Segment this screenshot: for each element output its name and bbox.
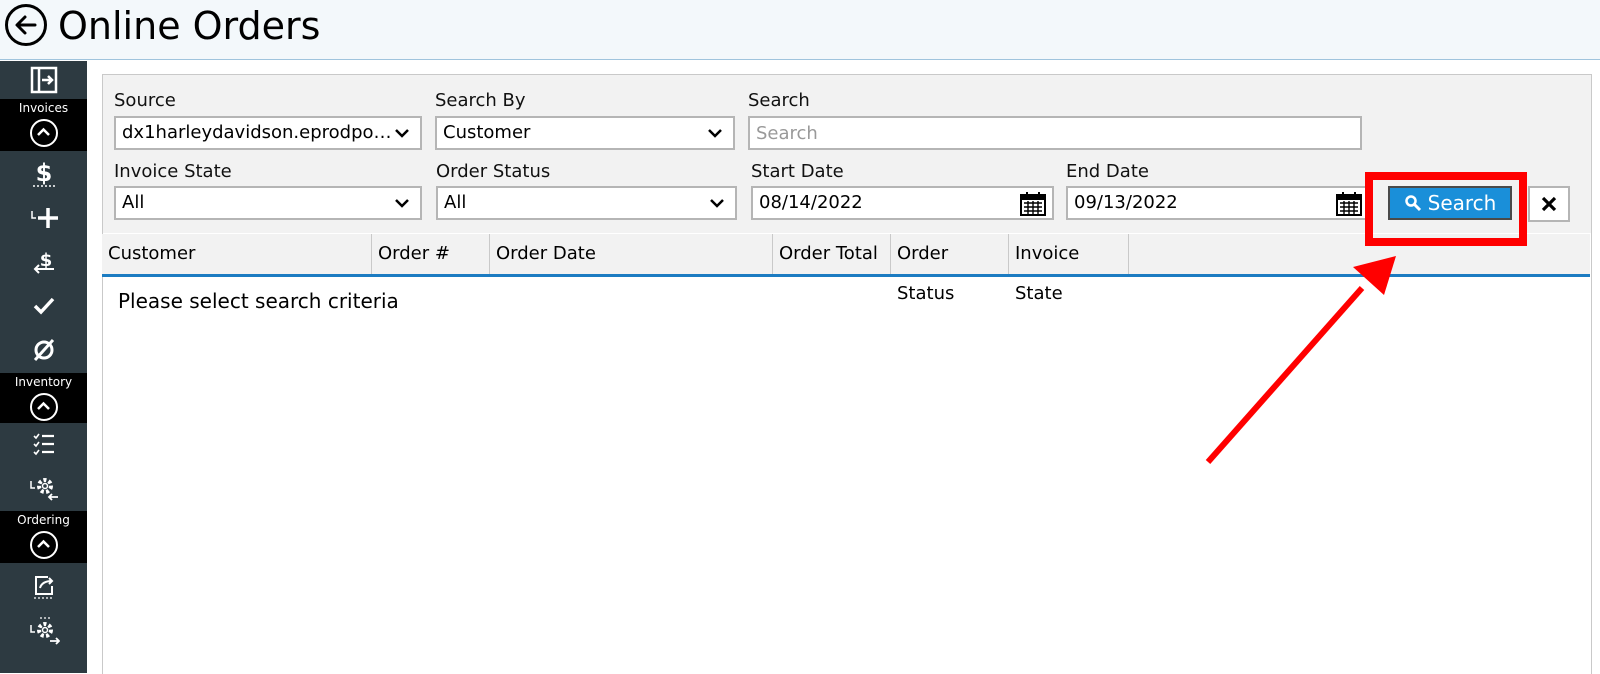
start-date-field[interactable]: 08/14/2022 [751, 186, 1054, 220]
column-header-order-date[interactable]: Order Date [490, 234, 773, 274]
order-status-select[interactable]: All [436, 186, 737, 220]
invoice-state-select[interactable]: All [114, 186, 422, 220]
search-by-label: Search By [435, 90, 526, 111]
back-button[interactable] [5, 4, 47, 46]
sidebar-section-inventory[interactable]: Inventory [0, 373, 87, 423]
order-status-label: Order Status [436, 161, 551, 182]
checkmark-icon [33, 297, 54, 315]
gear-arrow-icon [29, 478, 58, 501]
chevron-up-icon [29, 393, 58, 421]
chevron-up-icon [29, 119, 58, 147]
refund-icon: $ [33, 250, 54, 274]
column-header-customer[interactable]: Customer [102, 234, 372, 274]
end-date-field[interactable]: 09/13/2022 [1066, 186, 1370, 220]
list-icon [32, 433, 54, 456]
calendar-icon[interactable] [1020, 192, 1046, 216]
start-date-label: Start Date [751, 161, 844, 182]
source-value: dx1harleydavidson.eprodpo… [122, 122, 392, 143]
sidebar-section-label: Ordering [17, 513, 70, 527]
sidebar-section-label: Invoices [18, 101, 69, 115]
order-status-value: All [444, 192, 467, 213]
arrow-left-icon [15, 15, 37, 35]
sidebar-item-export-order[interactable] [0, 565, 87, 607]
sidebar-item-inventory-list[interactable] [0, 423, 87, 465]
source-select[interactable]: dx1harleydavidson.eprodpo… [114, 116, 422, 150]
calendar-icon[interactable] [1336, 192, 1362, 216]
search-by-value: Customer [443, 122, 531, 143]
svg-text:$: $ [39, 250, 52, 271]
end-date-value: 09/13/2022 [1074, 192, 1178, 213]
column-header-invoice-state[interactable]: Invoice State [1009, 234, 1129, 304]
invoice-state-value: All [122, 192, 145, 213]
clear-button[interactable] [1528, 186, 1570, 222]
sidebar-section-label: Inventory [14, 375, 73, 389]
svg-text:$: $ [35, 159, 52, 187]
end-date-label: End Date [1066, 161, 1149, 182]
sidebar-item-refund[interactable]: $ [0, 241, 87, 283]
chevron-down-icon [708, 129, 722, 138]
sidebar-item-inventory-settings[interactable] [0, 467, 87, 509]
sidebar-item-approve[interactable] [0, 285, 87, 327]
sidebar: Invoices $ $ Inventory Ordering [0, 61, 87, 673]
page-title: Online Orders [58, 4, 321, 48]
column-header-order-number[interactable]: Order # [372, 234, 490, 274]
collapse-sidebar-button[interactable] [0, 61, 87, 99]
empty-state-message: Please select search criteria [118, 289, 399, 313]
search-field[interactable] [748, 116, 1362, 150]
sidebar-item-new-invoice[interactable] [0, 197, 87, 239]
chevron-down-icon [395, 129, 409, 138]
column-header-order-status[interactable]: Order Status [891, 234, 1009, 304]
chevron-down-icon [710, 199, 724, 208]
sidebar-section-ordering[interactable]: Ordering [0, 511, 87, 563]
sidebar-toggle-icon [30, 66, 57, 94]
sidebar-item-invoice-payment[interactable]: $ [0, 153, 87, 195]
search-by-select[interactable]: Customer [435, 116, 735, 150]
chevron-up-icon [29, 531, 58, 559]
column-header-order-total[interactable]: Order Total [773, 234, 891, 274]
source-label: Source [114, 90, 176, 111]
void-icon [33, 338, 54, 362]
start-date-value: 08/14/2022 [759, 192, 863, 213]
dollar-icon: $ [32, 159, 55, 187]
sidebar-item-ordering-settings[interactable] [0, 609, 87, 651]
sidebar-section-invoices[interactable]: Invoices [0, 99, 87, 151]
chevron-down-icon [395, 199, 409, 208]
search-input[interactable] [756, 118, 1360, 148]
title-bar: Online Orders [0, 0, 1600, 60]
close-icon [1541, 196, 1557, 212]
export-icon [33, 576, 54, 599]
orders-panel [102, 74, 1592, 674]
sidebar-item-void[interactable] [0, 329, 87, 371]
add-icon [30, 208, 58, 228]
panel-gutter [87, 630, 102, 673]
search-label: Search [748, 90, 810, 111]
invoice-state-label: Invoice State [114, 161, 232, 182]
gear-arrow-icon [29, 617, 60, 645]
annotation-highlight-box [1365, 172, 1527, 246]
